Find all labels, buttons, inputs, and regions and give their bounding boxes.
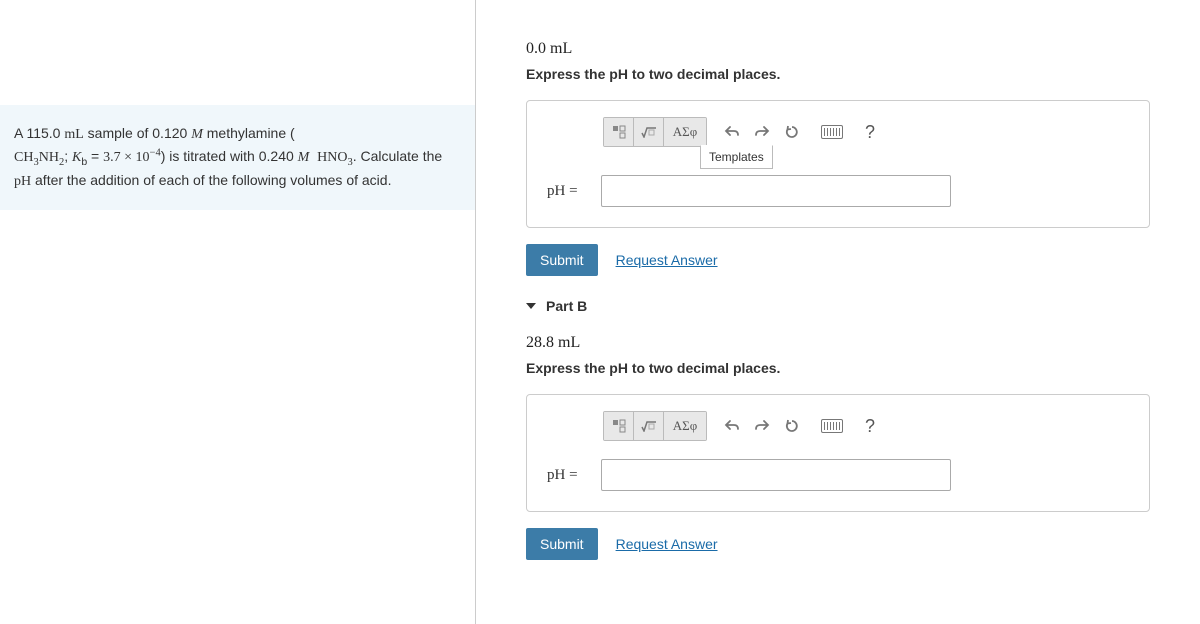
templates-tab[interactable]: Templates [700,145,773,169]
help-icon[interactable]: ? [855,118,885,146]
collapse-caret-icon[interactable] [526,303,536,309]
fraction-icon[interactable] [604,412,634,440]
ph-label-b: pH = [543,467,601,484]
request-answer-link-a[interactable]: Request Answer [616,252,718,268]
fraction-icon[interactable] [604,118,634,146]
greek-letters-button[interactable]: ΑΣφ [664,118,706,146]
part-a-volume: 0.0 mL [526,40,1150,58]
sqrt-icon[interactable] [634,118,664,146]
answer-box-b: ΑΣφ ? pH = [526,394,1150,512]
part-b-volume: 28.8 mL [526,334,1150,352]
toolbar-b: ΑΣφ ? [603,411,1133,441]
keyboard-icon[interactable] [817,118,847,146]
submit-button-b[interactable]: Submit [526,528,598,560]
sqrt-icon[interactable] [634,412,664,440]
help-icon[interactable]: ? [855,412,885,440]
greek-letters-button[interactable]: ΑΣφ [664,412,706,440]
redo-icon[interactable] [747,118,777,146]
part-a: 0.0 mL Express the pH to two decimal pla… [526,40,1150,276]
problem-text: A 115.0 mL sample of 0.120 M methylamine… [14,125,442,188]
part-b: Part B 28.8 mL Express the pH to two dec… [526,298,1150,560]
problem-statement: A 115.0 mL sample of 0.120 M methylamine… [0,105,475,210]
reset-icon[interactable] [777,118,807,146]
part-a-instruction: Express the pH to two decimal places. [526,66,1150,82]
part-b-instruction: Express the pH to two decimal places. [526,360,1150,376]
ph-input-a[interactable] [601,175,951,207]
submit-button-a[interactable]: Submit [526,244,598,276]
toolbar-a: ΑΣφ ? Templates [603,117,1133,147]
keyboard-icon[interactable] [817,412,847,440]
answer-box-a: ΑΣφ ? Templates pH = [526,100,1150,228]
undo-icon[interactable] [717,412,747,440]
redo-icon[interactable] [747,412,777,440]
part-b-title: Part B [546,298,587,314]
undo-icon[interactable] [717,118,747,146]
reset-icon[interactable] [777,412,807,440]
ph-input-b[interactable] [601,459,951,491]
request-answer-link-b[interactable]: Request Answer [616,536,718,552]
ph-label-a: pH = [543,183,601,200]
